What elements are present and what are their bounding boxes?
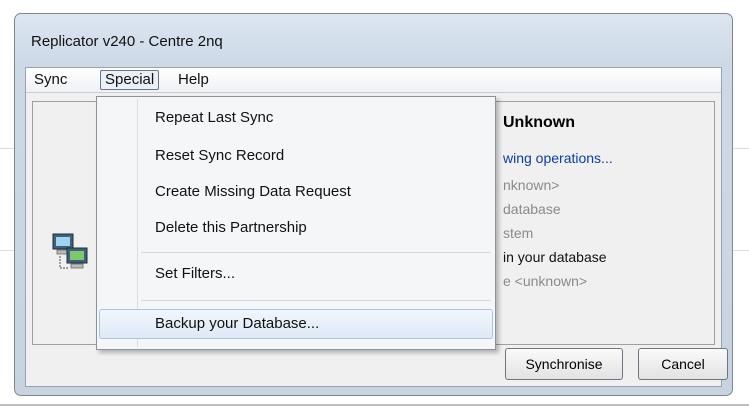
menu-item-reset-sync-record[interactable]: Reset Sync Record	[99, 141, 493, 171]
menu-help[interactable]: Help	[174, 70, 213, 90]
operation-line: e <unknown>	[503, 273, 588, 289]
background-edge	[0, 404, 749, 406]
operation-line: database	[503, 201, 561, 217]
synchronise-button[interactable]: Synchronise	[505, 348, 623, 380]
menu-sync[interactable]: Sync	[30, 70, 71, 90]
cancel-button[interactable]: Cancel	[638, 348, 728, 380]
menu-item-delete-partnership[interactable]: Delete this Partnership	[99, 213, 493, 243]
menu-item-repeat-last-sync[interactable]: Repeat Last Sync	[99, 103, 493, 133]
menu-separator	[141, 300, 491, 301]
menu-separator	[141, 252, 491, 253]
window-title: Replicator v240 - Centre 2nq	[31, 33, 223, 50]
menu-item-create-missing-data-request[interactable]: Create Missing Data Request	[99, 177, 493, 207]
operation-line: in your database	[503, 249, 607, 265]
operations-label: wing operations...	[503, 150, 613, 166]
menu-bar: Sync Special Help	[26, 68, 721, 93]
menu-item-backup-database[interactable]: Backup your Database...	[99, 309, 493, 339]
operation-line: nknown>	[503, 177, 560, 193]
partner-status-heading: Unknown	[503, 114, 575, 131]
operation-line: stem	[503, 225, 534, 241]
special-menu-dropdown: Repeat Last Sync Reset Sync Record Creat…	[96, 96, 496, 350]
network-computers-icon	[52, 233, 88, 269]
menu-special[interactable]: Special	[100, 70, 160, 90]
menu-item-set-filters[interactable]: Set Filters...	[99, 259, 493, 289]
